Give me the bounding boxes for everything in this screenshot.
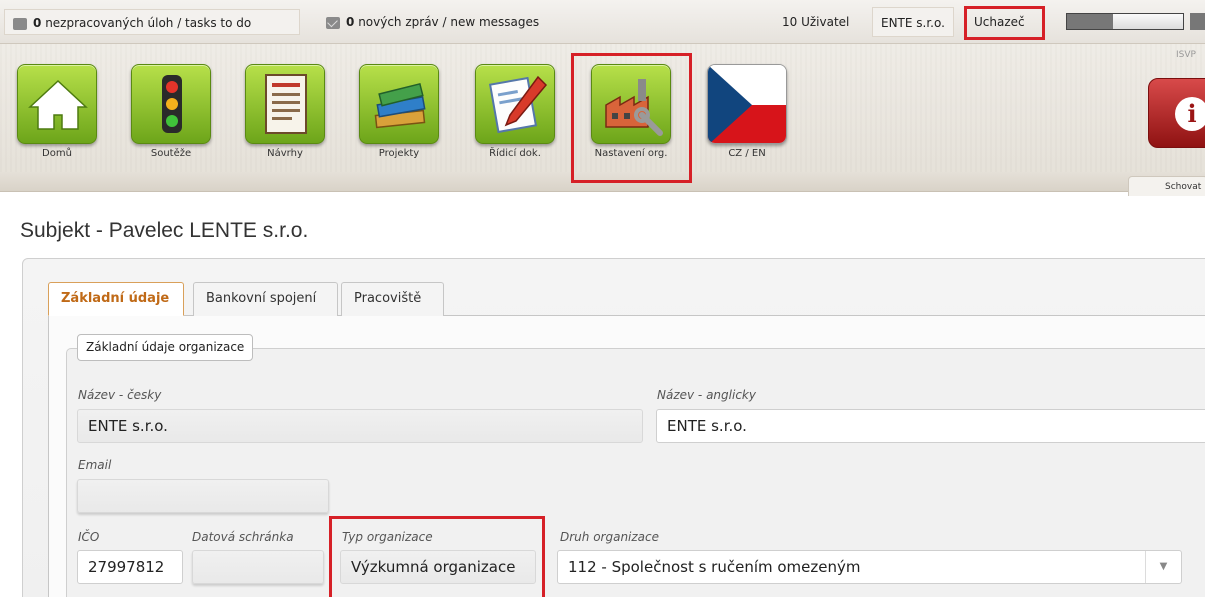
mail-icon bbox=[326, 16, 340, 29]
tasks-label: nezpracovaných úloh / tasks to do bbox=[45, 16, 252, 30]
ico-input[interactable]: 27997812 bbox=[77, 550, 183, 584]
toolbar-proposals[interactable]: Návrhy bbox=[240, 64, 330, 174]
chevron-down-icon[interactable]: ▼ bbox=[1145, 551, 1181, 583]
isvp-label: ISVP bbox=[1176, 50, 1196, 60]
page-title: Subjekt - Pavelec LENTE s.r.o. bbox=[20, 219, 309, 242]
role-highlight bbox=[964, 6, 1045, 40]
name-en-input[interactable]: ENTE s.r.o. bbox=[656, 409, 1205, 443]
toolbar-home[interactable]: Domů bbox=[12, 64, 102, 174]
top-status-bar: 0 nezpracovaných úloh / tasks to do 0 no… bbox=[0, 0, 1205, 44]
tab-workplaces[interactable]: Pracoviště bbox=[341, 282, 444, 316]
hide-toolbar-tab[interactable]: Schovat bbox=[1128, 176, 1205, 196]
tasks-count: 0 bbox=[33, 16, 42, 30]
toolbar-label: Návrhy bbox=[267, 148, 303, 159]
toolbar-contests[interactable]: Soutěže bbox=[126, 64, 216, 174]
tasks-icon bbox=[13, 17, 27, 30]
messages-count: 0 bbox=[346, 15, 355, 29]
org-type-highlight bbox=[329, 516, 545, 597]
databox-input[interactable] bbox=[192, 550, 324, 584]
name-cz-label: Název - česky bbox=[78, 388, 162, 402]
toolbar-label: Soutěže bbox=[150, 148, 192, 159]
org-kind-value: 112 - Společnost s ručením omezeným bbox=[568, 558, 861, 576]
org-name[interactable]: ENTE s.r.o. bbox=[872, 7, 954, 37]
tab-bank-details[interactable]: Bankovní spojení bbox=[193, 282, 338, 316]
org-settings-highlight bbox=[571, 53, 692, 183]
info-icon: i bbox=[1175, 97, 1205, 131]
toolbar-governing-docs[interactable]: Řídicí dok. bbox=[470, 64, 560, 174]
email-label: Email bbox=[78, 458, 112, 472]
document-pen-icon bbox=[475, 64, 555, 144]
user-count[interactable]: 10 Uživatel bbox=[774, 9, 857, 35]
email-input[interactable] bbox=[77, 479, 329, 513]
toolbar-label: Domů bbox=[42, 148, 72, 159]
fieldset-legend: Základní údaje organizace bbox=[77, 334, 254, 361]
tab-basic-info[interactable]: Základní údaje bbox=[48, 282, 184, 316]
ico-label: IČO bbox=[78, 530, 100, 544]
name-en-label: Název - anglicky bbox=[657, 388, 756, 402]
books-icon bbox=[359, 64, 439, 144]
org-kind-label: Druh organizace bbox=[560, 530, 660, 544]
czech-flag-icon bbox=[707, 64, 787, 144]
progress-bar bbox=[1066, 13, 1184, 30]
home-icon bbox=[17, 64, 97, 144]
progress-tail bbox=[1190, 13, 1205, 30]
toolbar-label: Řídicí dok. bbox=[489, 148, 541, 159]
info-button[interactable]: i bbox=[1148, 78, 1205, 148]
toolbar-label: Projekty bbox=[378, 148, 420, 159]
document-list-icon bbox=[245, 64, 325, 144]
messages-label: nových zpráv / new messages bbox=[358, 15, 540, 29]
toolbar-projects[interactable]: Projekty bbox=[354, 64, 444, 174]
traffic-light-icon bbox=[131, 64, 211, 144]
progress-fill bbox=[1067, 14, 1114, 29]
tasks-indicator[interactable]: 0 nezpracovaných úloh / tasks to do bbox=[4, 9, 300, 35]
messages-indicator[interactable]: 0 nových zpráv / new messages bbox=[318, 9, 547, 35]
name-cz-input[interactable]: ENTE s.r.o. bbox=[77, 409, 643, 443]
toolbar-label: CZ / EN bbox=[728, 148, 766, 159]
toolbar-language[interactable]: CZ / EN bbox=[702, 64, 792, 174]
databox-label: Datová schránka bbox=[192, 530, 294, 544]
org-kind-select[interactable]: 112 - Společnost s ručením omezeným ▼ bbox=[557, 550, 1182, 584]
